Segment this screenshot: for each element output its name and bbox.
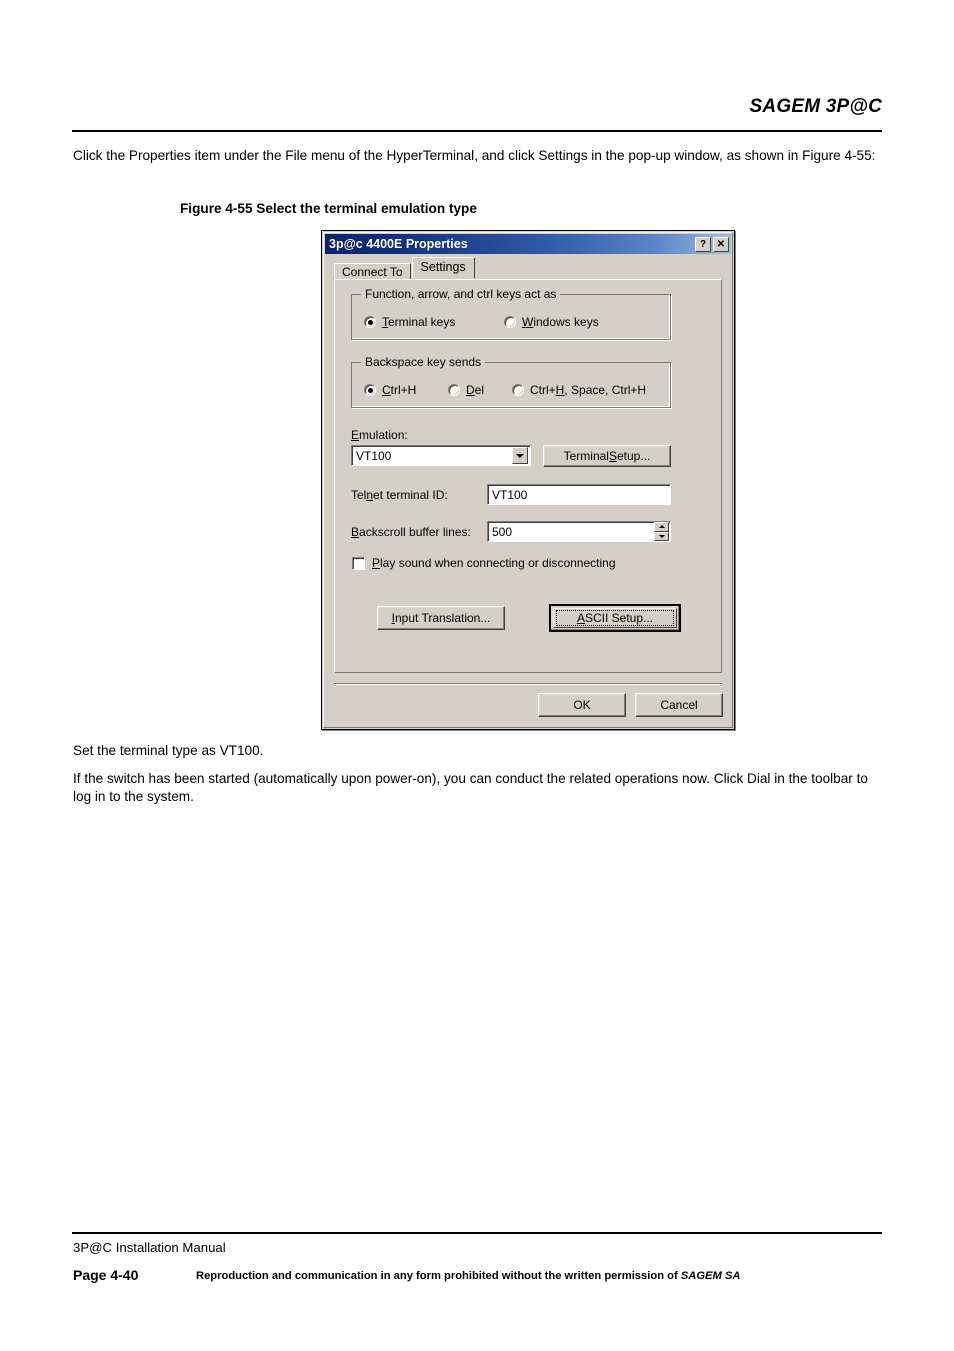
radio-terminal-keys-text: erminal keys xyxy=(388,315,456,329)
settings-tab-panel: Function, arrow, and ctrl keys act as Te… xyxy=(334,279,722,673)
radio-del[interactable]: Del xyxy=(448,383,484,397)
ok-button[interactable]: OK xyxy=(538,693,626,717)
play-sound-checkbox-row[interactable]: Play sound when connecting or disconnect… xyxy=(352,556,616,570)
intro-paragraph: Click the Properties item under the File… xyxy=(73,148,876,163)
radio-ctrl-h[interactable]: Ctrl+H xyxy=(364,383,416,397)
telnet-label-post: et terminal ID: xyxy=(373,488,448,502)
radio-ctrl-h-space-pre: Ctrl+ xyxy=(530,383,556,397)
radio-ctrl-h-text: trl+H xyxy=(390,383,417,397)
telnet-terminal-id-value: VT100 xyxy=(492,487,528,502)
radio-windows-keys-text: indows keys xyxy=(533,315,599,329)
header-rule xyxy=(72,130,882,132)
footer-copyright: Reproduction and communication in any fo… xyxy=(196,1270,741,1282)
help-icon[interactable]: ? xyxy=(695,236,711,252)
footer-company-name: SAGEM SA xyxy=(680,1270,741,1282)
dialog-tabstrip: Connect To Settings xyxy=(334,257,722,281)
footer-copyright-text: Reproduction and communication in any fo… xyxy=(196,1270,681,1282)
terminal-setup-pre: Terminal xyxy=(563,449,609,463)
header-brand-title: SAGEM 3P@C xyxy=(749,96,882,117)
dialog-title-text: 3p@c 4400E Properties xyxy=(329,237,468,251)
radio-terminal-keys-indicator[interactable] xyxy=(364,316,376,328)
telnet-label-pre: Tel xyxy=(351,488,367,502)
backscroll-label-text: ackscroll buffer lines: xyxy=(359,525,471,539)
emulation-combo-value: VT100 xyxy=(356,448,392,463)
terminal-setup-button[interactable]: Terminal Setup... xyxy=(543,445,671,467)
titlebar-buttons: ? ✕ xyxy=(695,236,729,252)
radio-del-text: el xyxy=(474,383,485,397)
radio-ctrl-h-space-label: Ctrl+H, Space, Ctrl+H xyxy=(530,383,646,397)
backspace-group-title: Backspace key sends xyxy=(361,355,486,369)
play-sound-checkbox[interactable] xyxy=(352,556,365,570)
radio-windows-keys[interactable]: Windows keys xyxy=(504,315,599,329)
quantity-stepper[interactable] xyxy=(654,522,669,541)
acc-play-sound: P xyxy=(372,556,381,570)
telnet-terminal-id-input[interactable]: VT100 xyxy=(487,484,671,505)
function-keys-groupbox: Function, arrow, and ctrl keys act as Te… xyxy=(351,287,671,340)
radio-windows-keys-indicator[interactable] xyxy=(504,316,516,328)
backscroll-label: Backscroll buffer lines: xyxy=(351,525,471,539)
terminal-setup-post: etup... xyxy=(617,449,651,463)
close-icon[interactable]: ✕ xyxy=(713,236,729,252)
footer-rule xyxy=(72,1232,882,1234)
radio-windows-keys-label: Windows keys xyxy=(522,315,599,329)
acc-ctrl-h: C xyxy=(382,383,391,397)
emulation-label-text: mulation: xyxy=(359,428,408,442)
ascii-setup-button[interactable]: A SCII Setup... xyxy=(549,604,681,632)
radio-terminal-keys-label: Terminal keys xyxy=(382,315,455,329)
radio-ctrl-h-space-indicator[interactable] xyxy=(512,384,524,396)
backspace-groupbox: Backspace key sends Ctrl+H Del Ctrl+H, S… xyxy=(351,355,671,408)
input-translation-button[interactable]: Input Translation... xyxy=(377,606,505,630)
dialog-separator xyxy=(334,683,722,685)
input-translation-text: nput Translation... xyxy=(394,611,491,625)
acc-emulation: E xyxy=(351,428,360,442)
after-paragraph-1: Set the terminal type as VT100. xyxy=(73,743,264,758)
cancel-button[interactable]: Cancel xyxy=(635,693,723,717)
document-page: SAGEM 3P@C Click the Properties item und… xyxy=(0,0,954,1351)
stepper-down-icon[interactable] xyxy=(654,531,669,541)
backscroll-buffer-input[interactable]: 500 xyxy=(487,521,671,542)
figure-caption: Figure 4-55 Select the terminal emulatio… xyxy=(180,201,477,216)
footer-page-number: Page 4-40 xyxy=(73,1267,139,1283)
acc-backscroll: B xyxy=(351,525,360,539)
radio-ctrl-h-label: Ctrl+H xyxy=(382,383,416,397)
acc-windows-keys: W xyxy=(522,315,534,329)
radio-del-indicator[interactable] xyxy=(448,384,460,396)
after-paragraph-2: If the switch has been started (automati… xyxy=(73,771,868,804)
telnet-terminal-id-label: Telnet terminal ID: xyxy=(351,488,448,502)
radio-ctrl-h-indicator[interactable] xyxy=(364,384,376,396)
radio-del-label: Del xyxy=(466,383,484,397)
play-sound-label: Play sound when connecting or disconnect… xyxy=(372,556,616,570)
radio-ctrl-h-space-ctrl-h[interactable]: Ctrl+H, Space, Ctrl+H xyxy=(512,383,646,397)
chevron-down-icon[interactable] xyxy=(512,447,528,464)
ascii-setup-focus-rect xyxy=(556,610,674,626)
emulation-combo[interactable]: VT100 xyxy=(351,445,531,466)
radio-ctrl-h-space-post: , Space, Ctrl+H xyxy=(564,383,647,397)
properties-dialog: 3p@c 4400E Properties ? ✕ Connect To Set… xyxy=(321,230,735,730)
dialog-titlebar[interactable]: 3p@c 4400E Properties ? ✕ xyxy=(325,234,731,254)
function-keys-group-title: Function, arrow, and ctrl keys act as xyxy=(361,287,561,301)
tab-settings[interactable]: Settings xyxy=(411,257,475,278)
acc-del: D xyxy=(466,383,475,397)
play-sound-label-text: lay sound when connecting or disconnecti… xyxy=(380,556,616,570)
backscroll-buffer-value: 500 xyxy=(492,524,513,539)
footer-manual-title: 3P@C Installation Manual xyxy=(73,1240,226,1255)
stepper-up-icon[interactable] xyxy=(654,522,669,532)
radio-terminal-keys[interactable]: Terminal keys xyxy=(364,315,455,329)
acc-terminal-setup: S xyxy=(608,449,617,463)
emulation-label: Emulation: xyxy=(351,428,408,442)
